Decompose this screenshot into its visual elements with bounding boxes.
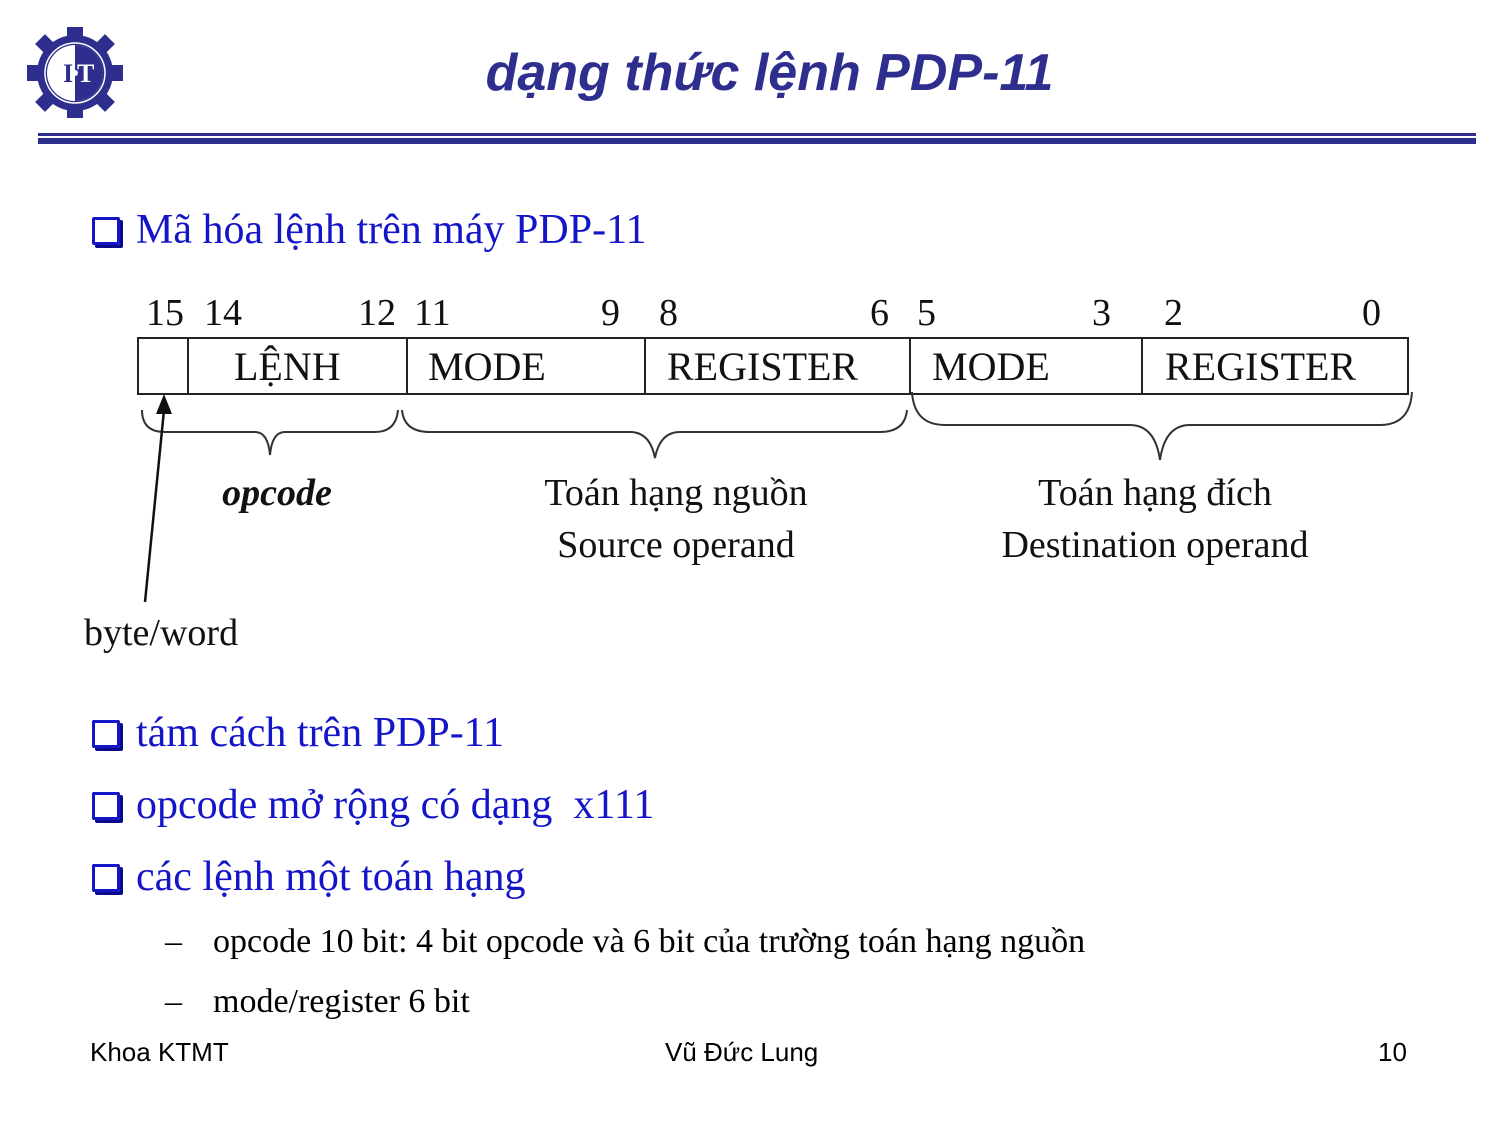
sub-bullet-text: mode/register 6 bit xyxy=(213,983,470,1020)
dash-icon: – xyxy=(165,923,182,960)
arrow-head-icon xyxy=(156,394,172,414)
dest-operand-label-en: Destination operand xyxy=(1001,524,1308,566)
dest-operand-label-vi: Toán hạng đích xyxy=(1038,472,1272,514)
sub-bullet-item: – mode/register 6 bit xyxy=(165,982,470,1022)
bit-label-8: 8 xyxy=(659,292,678,334)
dest-operand-brace xyxy=(911,391,1413,461)
bullet-text: tám cách trên PDP-11 xyxy=(136,710,505,756)
source-operand-label-en: Source operand xyxy=(557,524,794,566)
bit-label-9: 9 xyxy=(601,292,620,334)
square-bullet-icon xyxy=(92,864,120,892)
opcode-label: opcode xyxy=(222,472,332,514)
bit-label-6: 6 xyxy=(870,292,889,334)
sub-bullet-text: opcode 10 bit: 4 bit opcode và 6 bit của… xyxy=(213,923,1086,960)
bit-label-14: 14 xyxy=(204,292,242,334)
bullet-item: opcode mở rộng có dạng x111 xyxy=(92,780,654,830)
field-dest-mode: MODE xyxy=(932,344,1050,389)
source-operand-label-vi: Toán hạng nguồn xyxy=(544,472,807,514)
byte-word-arrow xyxy=(143,409,166,603)
bit-label-15: 15 xyxy=(146,292,184,334)
field-dest-register: REGISTER xyxy=(1165,344,1356,389)
bullet-text: opcode mở rộng có dạng x111 xyxy=(136,782,655,828)
bullet-item: các lệnh một toán hạng xyxy=(92,852,526,902)
bit-label-5: 5 xyxy=(917,292,936,334)
bit-label-3: 3 xyxy=(1092,292,1111,334)
footer-page-number: 10 xyxy=(1378,1037,1407,1067)
bullet-text: các lệnh một toán hạng xyxy=(136,854,526,900)
field-lenh: LỆNH xyxy=(234,344,341,389)
field-source-mode: MODE xyxy=(428,344,546,389)
source-operand-brace xyxy=(401,409,908,459)
bit-label-11: 11 xyxy=(414,292,451,334)
footer-department: Khoa KTMT xyxy=(90,1037,229,1067)
bit-label-2: 2 xyxy=(1164,292,1183,334)
bullet-item: tám cách trên PDP-11 xyxy=(92,708,504,758)
bit-label-12: 12 xyxy=(358,292,396,334)
field-source-register: REGISTER xyxy=(667,344,858,389)
sub-bullet-item: – opcode 10 bit: 4 bit opcode và 6 bit củ… xyxy=(165,922,1085,962)
byte-word-label: byte/word xyxy=(84,612,238,654)
square-bullet-icon xyxy=(92,792,120,820)
square-bullet-icon xyxy=(92,720,120,748)
opcode-brace xyxy=(141,409,399,456)
bit-label-0: 0 xyxy=(1362,292,1381,334)
dash-icon: – xyxy=(165,983,182,1020)
footer-author: Vũ Đức Lung xyxy=(665,1037,819,1067)
